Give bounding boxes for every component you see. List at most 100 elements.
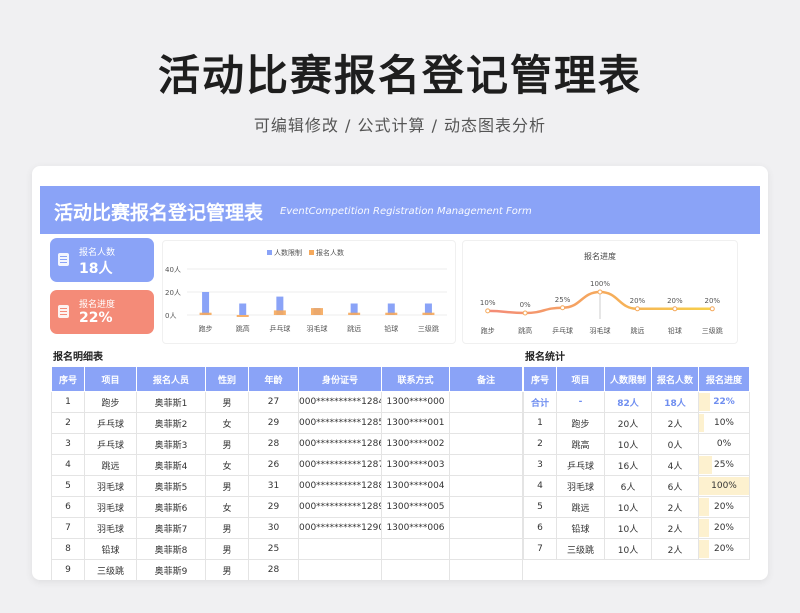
table-cell[interactable] (449, 517, 523, 539)
table-cell[interactable]: 男 (205, 475, 249, 497)
table-cell[interactable]: 26 (248, 454, 299, 476)
table-cell[interactable]: 10人 (604, 517, 652, 539)
table-cell[interactable]: 2 (51, 412, 85, 434)
table-cell[interactable]: 奥菲斯8 (136, 538, 206, 560)
table-cell[interactable]: 5 (523, 496, 557, 518)
table-cell[interactable]: 羽毛球 (556, 475, 605, 497)
table-cell[interactable] (449, 475, 523, 497)
table-cell[interactable]: 奥菲斯7 (136, 517, 206, 539)
table-cell[interactable]: 20% (698, 496, 750, 518)
table-cell[interactable]: 2人 (651, 538, 699, 560)
table-cell[interactable]: 2人 (651, 412, 699, 434)
table-cell[interactable]: 20人 (604, 412, 652, 434)
table-cell[interactable]: 奥菲斯2 (136, 412, 206, 434)
table-cell[interactable]: 1300****002 (381, 433, 450, 455)
table-cell[interactable]: 000**********1286 (298, 433, 382, 455)
table-cell[interactable]: 7 (51, 517, 85, 539)
table-cell[interactable]: 9 (51, 559, 85, 580)
table-cell[interactable]: 男 (205, 559, 249, 580)
table-cell[interactable] (298, 538, 382, 560)
table-row[interactable]: 5 跳远 10人 2人 20% (523, 496, 750, 518)
table-cell[interactable]: 6 (523, 517, 557, 539)
table-cell[interactable]: 2人 (651, 496, 699, 518)
table-cell[interactable]: 31 (248, 475, 299, 497)
table-cell[interactable]: 6 (51, 496, 85, 518)
table-cell[interactable]: 男 (205, 538, 249, 560)
table-row[interactable]: 7 羽毛球 奥菲斯7 男 30 000**********1290 1300****006 (51, 517, 523, 539)
table-cell[interactable]: 3 (523, 454, 557, 476)
table-cell[interactable]: 跑步 (556, 412, 605, 434)
table-row[interactable]: 6 铅球 10人 2人 20% (523, 517, 750, 539)
table-cell[interactable]: 8 (51, 538, 85, 560)
table-cell[interactable]: 10人 (604, 496, 652, 518)
table-row[interactable]: 4 羽毛球 6人 6人 100% (523, 475, 750, 497)
table-cell[interactable]: 29 (248, 412, 299, 434)
table-cell[interactable]: 奥菲斯6 (136, 496, 206, 518)
table-cell[interactable]: 奥菲斯4 (136, 454, 206, 476)
table-cell[interactable]: 25% (698, 454, 750, 476)
table-cell[interactable]: 女 (205, 412, 249, 434)
table-cell[interactable]: 27 (248, 391, 299, 413)
table-cell[interactable]: 羽毛球 (84, 475, 137, 497)
table-row[interactable]: 6 羽毛球 奥菲斯6 女 29 000**********1289 1300****005 (51, 496, 523, 518)
table-row[interactable]: 8 铅球 奥菲斯8 男 25 (51, 538, 523, 560)
table-cell[interactable] (381, 559, 450, 580)
table-cell[interactable]: 25 (248, 538, 299, 560)
table-cell[interactable]: 女 (205, 496, 249, 518)
table-row[interactable]: 1 跑步 20人 2人 10% (523, 412, 750, 434)
table-cell[interactable]: 7 (523, 538, 557, 560)
table-cell[interactable]: 羽毛球 (84, 496, 137, 518)
table-cell[interactable]: 000**********1284 (298, 391, 382, 413)
table-cell[interactable]: 3 (51, 433, 85, 455)
table-cell[interactable]: 18人 (651, 391, 699, 413)
table-cell[interactable]: 4 (523, 475, 557, 497)
table-row[interactable]: 7 三级跳 10人 2人 20% (523, 538, 750, 560)
table-cell[interactable]: 20% (698, 517, 750, 539)
table-cell[interactable]: 4人 (651, 454, 699, 476)
table-row[interactable]: 3 乒乓球 16人 4人 25% (523, 454, 750, 476)
table-cell[interactable] (449, 496, 523, 518)
table-cell[interactable]: 28 (248, 559, 299, 580)
total-row[interactable]: 合计 -82人 18人 22% (523, 391, 750, 413)
table-cell[interactable]: 1300****004 (381, 475, 450, 497)
table-row[interactable]: 1 跑步 奥菲斯1 男 27 000**********1284 1300****000 (51, 391, 523, 413)
table-cell[interactable]: 乒乓球 (556, 454, 605, 476)
table-cell[interactable] (449, 433, 523, 455)
table-cell[interactable]: 000**********1289 (298, 496, 382, 518)
table-cell[interactable]: 1 (51, 391, 85, 413)
table-cell[interactable]: 82人 (604, 391, 652, 413)
table-cell[interactable]: 30 (248, 517, 299, 539)
table-cell[interactable]: 22% (698, 391, 750, 413)
table-cell[interactable]: 10% (698, 412, 750, 434)
table-row[interactable]: 5 羽毛球 奥菲斯5 男 31 000**********1288 1300****004 (51, 475, 523, 497)
table-cell[interactable]: 羽毛球 (84, 517, 137, 539)
table-cell[interactable]: 0% (698, 433, 750, 455)
table-cell[interactable]: 100% (698, 475, 750, 497)
table-cell[interactable]: 2人 (651, 517, 699, 539)
table-cell[interactable]: 0人 (651, 433, 699, 455)
table-cell[interactable]: 1300****006 (381, 517, 450, 539)
table-cell[interactable] (449, 412, 523, 434)
table-cell[interactable]: 奥菲斯9 (136, 559, 206, 580)
table-cell[interactable]: 20% (698, 538, 750, 560)
table-cell[interactable]: 女 (205, 454, 249, 476)
table-cell[interactable]: 乒乓球 (84, 412, 137, 434)
table-cell[interactable]: 2 (523, 433, 557, 455)
table-cell[interactable]: - (556, 391, 605, 413)
table-cell[interactable]: 奥菲斯3 (136, 433, 206, 455)
table-cell[interactable]: 10人 (604, 538, 652, 560)
table-cell[interactable]: 000**********1285 (298, 412, 382, 434)
table-cell[interactable]: 铅球 (556, 517, 605, 539)
table-row[interactable]: 9 三级跳 奥菲斯9 男 28 (51, 559, 523, 580)
table-cell[interactable] (449, 391, 523, 413)
table-cell[interactable] (449, 454, 523, 476)
table-cell[interactable]: 合计 (523, 391, 557, 413)
table-cell[interactable]: 16人 (604, 454, 652, 476)
table-cell[interactable]: 跳高 (556, 433, 605, 455)
table-cell[interactable]: 跳远 (556, 496, 605, 518)
table-cell[interactable] (449, 538, 523, 560)
table-cell[interactable]: 男 (205, 433, 249, 455)
table-cell[interactable] (298, 559, 382, 580)
table-cell[interactable]: 跳远 (84, 454, 137, 476)
table-cell[interactable]: 000**********1290 (298, 517, 382, 539)
